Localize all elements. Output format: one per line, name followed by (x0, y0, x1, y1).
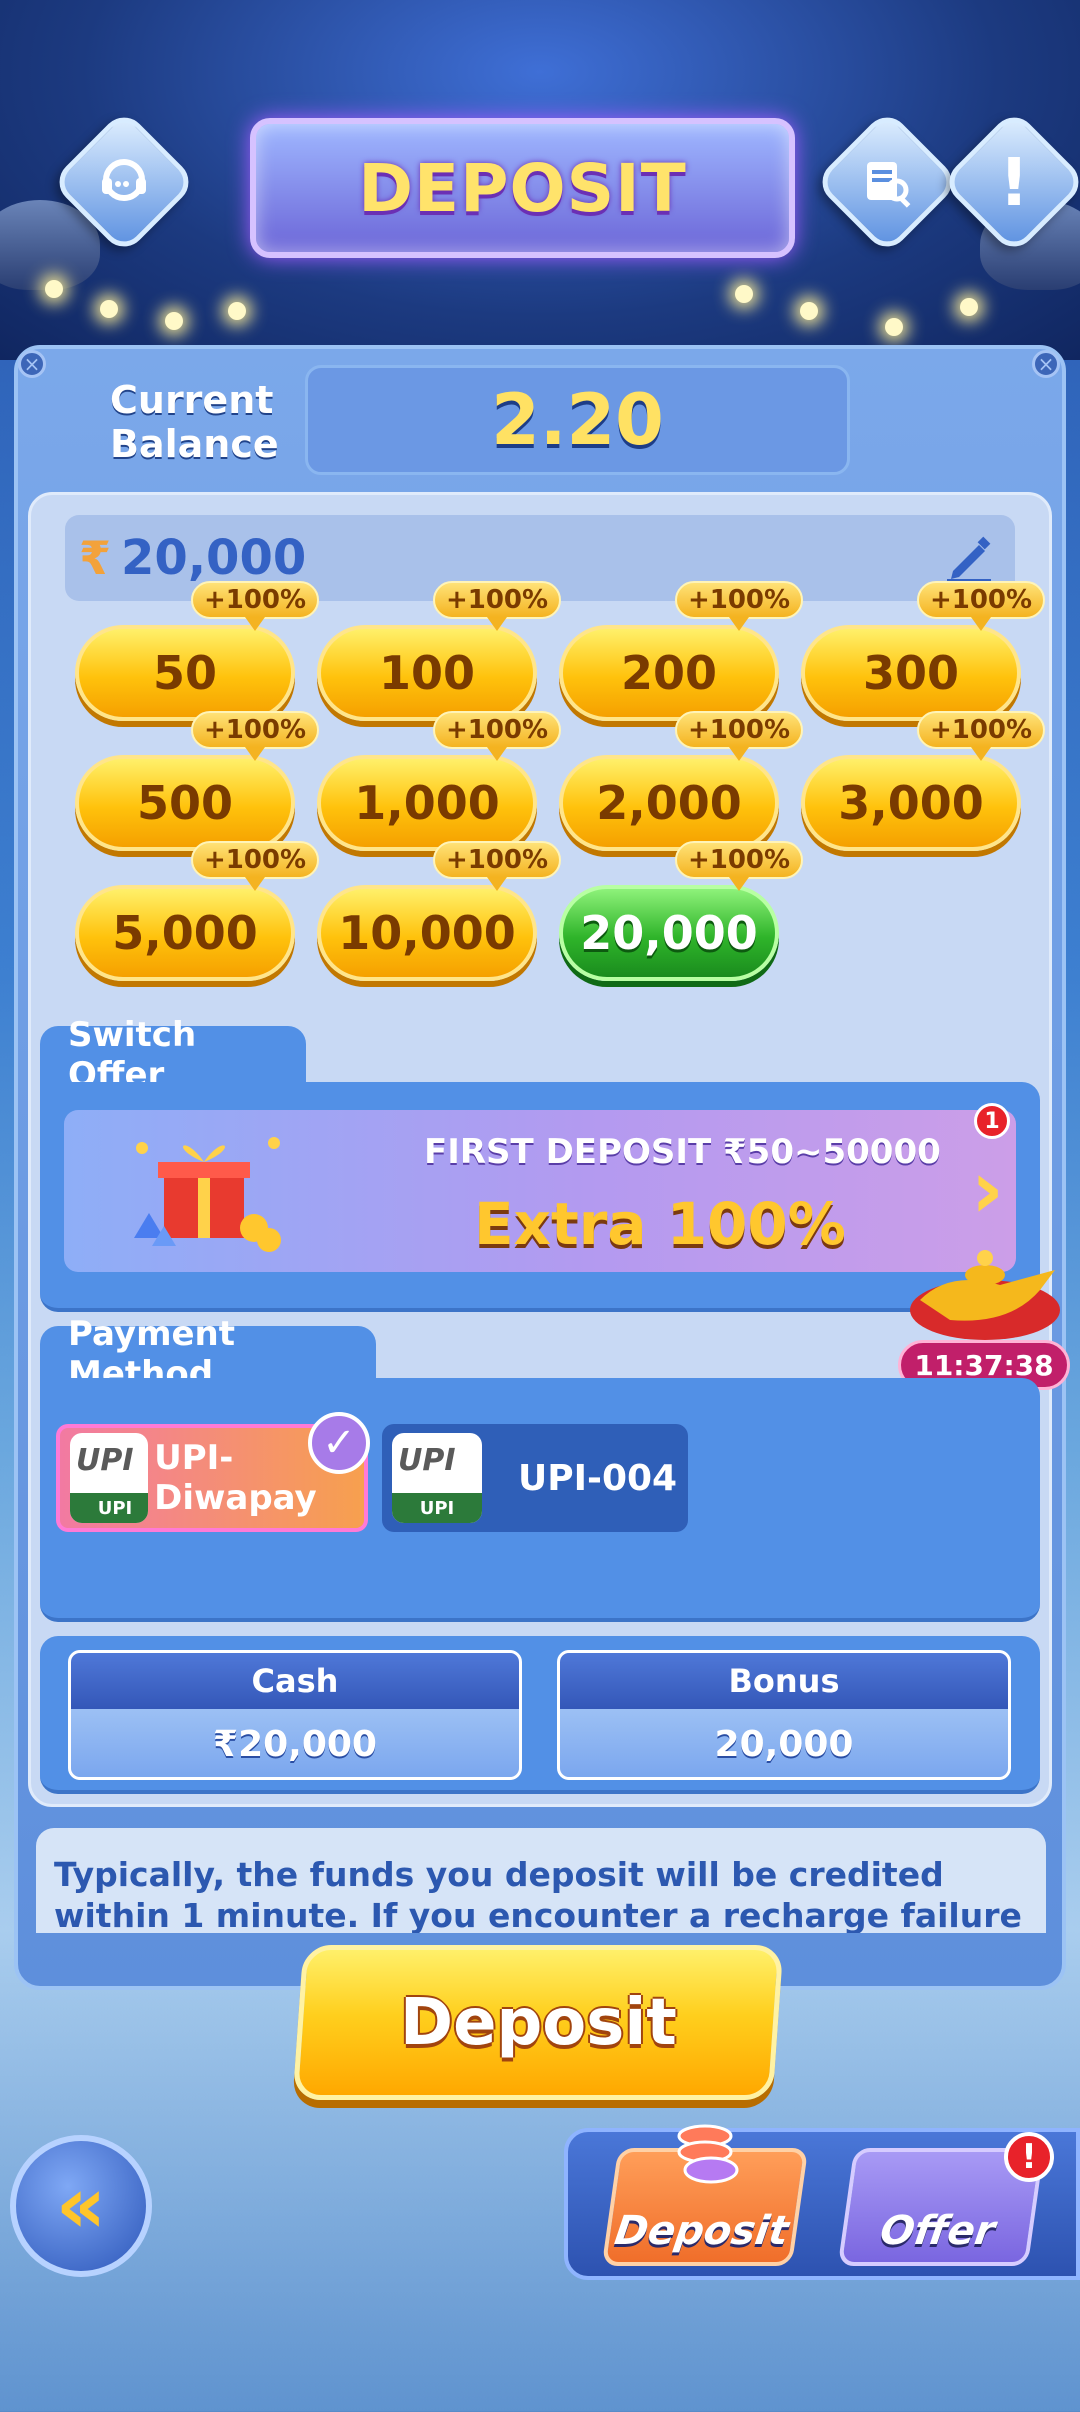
magic-lamp-icon (910, 1250, 1060, 1340)
rupee-icon: ₹ (79, 531, 112, 585)
bonus-tag: +100% (675, 581, 803, 631)
deposit-button[interactable]: Deposit (292, 1945, 784, 2100)
page-title: DEPOSIT (358, 149, 687, 227)
page-title-board: DEPOSIT (250, 118, 795, 258)
upi-logo-icon: UPI UPI (70, 1433, 149, 1523)
balance-value: 2.20 (491, 379, 664, 461)
amount-chip[interactable]: 50 (75, 625, 295, 721)
bolt-icon: × (18, 350, 46, 378)
bonus-label: Bonus (560, 1653, 1008, 1709)
amount-value: 20,000 (121, 530, 307, 586)
cash-summary: Cash ₹20,000 (68, 1650, 522, 1780)
amount-chip[interactable]: 10,000 (317, 885, 537, 981)
switch-offer-tab[interactable]: Switch Offer (40, 1015, 306, 1095)
info-text: Typically, the funds you deposit will be… (36, 1828, 1046, 1933)
amount-chip[interactable]: 20,000 (559, 885, 779, 981)
chevron-right-icon[interactable]: › (971, 1150, 1004, 1230)
amount-chip[interactable]: 200 (559, 625, 779, 721)
payment-method-name: UPI-004 (518, 1457, 678, 1499)
bonus-tag: +100% (917, 711, 1045, 761)
balance-label: Current Balance (110, 378, 279, 466)
bonus-tag: +100% (191, 711, 319, 761)
exclamation-icon: ! (998, 143, 1030, 221)
payment-method-upi-004[interactable]: UPI UPI UPI-004 (382, 1424, 688, 1532)
amount-chip[interactable]: 500 (75, 755, 295, 851)
string-lights (0, 250, 1080, 336)
double-chevron-left-icon: « (55, 2161, 107, 2251)
amount-chip[interactable]: 2,000 (559, 755, 779, 851)
records-search-icon (840, 135, 934, 229)
alert-badge: ! (1004, 2132, 1054, 2182)
amount-chip[interactable]: 5,000 (75, 885, 295, 981)
bonus-tag: +100% (191, 581, 319, 631)
bonus-tag: +100% (433, 581, 561, 631)
bolt-icon: × (1032, 350, 1060, 378)
back-button[interactable]: « (10, 2135, 152, 2277)
upi-logo-icon: UPI UPI (392, 1433, 482, 1523)
checkmark-icon: ✓ (308, 1412, 370, 1474)
bonus-value: 20,000 (560, 1709, 1008, 1777)
amount-chip[interactable]: 3,000 (801, 755, 1021, 851)
cash-value: ₹20,000 (71, 1709, 519, 1777)
pencil-icon[interactable] (943, 531, 995, 583)
offer-title: FIRST DEPOSIT ₹50~50000 (424, 1132, 941, 1172)
bonus-tag: +100% (675, 841, 803, 891)
offer-banner[interactable]: FIRST DEPOSIT ₹50~50000 Extra 100% › (64, 1110, 1016, 1272)
balance-display: 2.20 (305, 365, 850, 475)
headset-chat-icon (77, 135, 171, 229)
bonus-tag: +100% (675, 711, 803, 761)
amount-chip[interactable]: 300 (801, 625, 1021, 721)
coin-stack-icon (677, 2124, 739, 2184)
bonus-tag: +100% (917, 581, 1045, 631)
bonus-tag: +100% (433, 711, 561, 761)
cash-label: Cash (71, 1653, 519, 1709)
bonus-tag: +100% (433, 841, 561, 891)
amount-chip[interactable]: 1,000 (317, 755, 537, 851)
payment-method-tab: Payment Method (40, 1314, 376, 1394)
offer-count-badge: 1 (974, 1103, 1010, 1139)
gift-icon (134, 1137, 281, 1252)
bonus-summary: Bonus 20,000 (557, 1650, 1011, 1780)
offer-headline: Extra 100% (474, 1190, 846, 1258)
amount-chip[interactable]: 100 (317, 625, 537, 721)
bonus-tag: +100% (191, 841, 319, 891)
